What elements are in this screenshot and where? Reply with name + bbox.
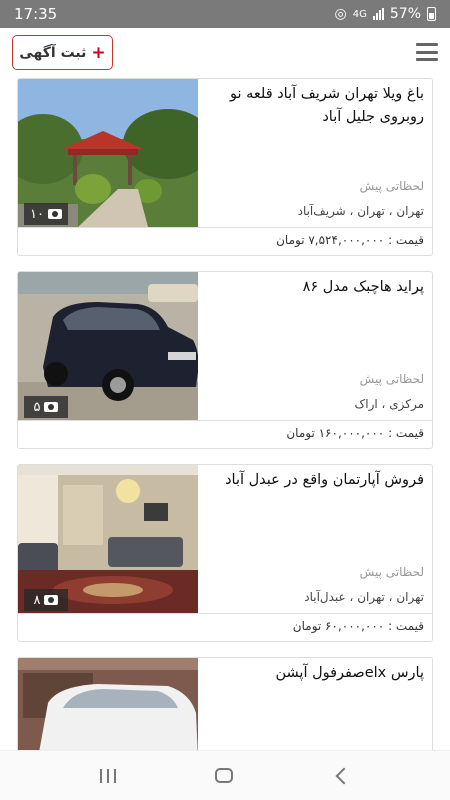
listing-price: قیمت : ۶۰,۰۰۰,۰۰۰ تومان <box>18 613 432 641</box>
listing-photo[interactable]: ۵ <box>18 272 198 420</box>
listing-info: پراید هاچبک مدل ۸۶ لحظاتی پیش مرکزی ، ار… <box>196 272 432 420</box>
listing-photo[interactable]: ۱۰ <box>18 79 198 227</box>
system-nav-bar <box>0 750 450 800</box>
status-bar: 17:35 ◎ 4G 57% <box>0 0 450 28</box>
listing-title: باغ ویلا تهران شریف آباد قلعه نو روبروی … <box>229 86 424 125</box>
listing-price: قیمت : ۷,۵۲۴,۰۰۰,۰۰۰ تومان <box>18 227 432 255</box>
signal-icon <box>372 8 384 20</box>
listing-card[interactable]: ۵ پراید هاچبک مدل ۸۶ لحظاتی پیش مرکزی ، … <box>17 271 433 449</box>
photo-count-badge: ۱۰ <box>24 203 68 225</box>
network-type: 4G <box>352 8 367 20</box>
post-ad-label: ثبت آگهی <box>19 44 87 61</box>
listing-card[interactable]: پارس elxصفرفول آپشن <box>17 657 433 757</box>
listing-photo[interactable] <box>18 658 198 757</box>
camera-icon <box>44 402 59 412</box>
battery-level: 57% <box>389 6 421 22</box>
listing-title: پارس elxصفرفول آپشن <box>275 665 424 681</box>
clock: 17:35 <box>14 5 58 23</box>
listing-location: تهران ، تهران ، شریف‌آباد <box>297 204 424 218</box>
battery-icon <box>427 7 436 21</box>
status-icons: ◎ 4G 57% <box>335 6 436 22</box>
back-icon[interactable] <box>335 767 353 784</box>
listing-info: باغ ویلا تهران شریف آباد قلعه نو روبروی … <box>196 79 432 227</box>
app-header: + ثبت آگهی <box>0 28 450 78</box>
photo-count-badge: ۵ <box>24 396 68 418</box>
listing-time: لحظاتی پیش <box>359 179 424 193</box>
home-icon[interactable] <box>214 768 233 783</box>
listing-photo[interactable]: ۸ <box>18 465 198 613</box>
listing-card[interactable]: ۸ فروش آپارتمان واقع در عبدل آباد لحظاتی… <box>17 464 433 642</box>
listing-time: لحظاتی پیش <box>359 372 424 386</box>
listing-info: فروش آپارتمان واقع در عبدل آباد لحظاتی پ… <box>196 465 432 613</box>
camera-icon <box>44 595 59 605</box>
listing-price: قیمت : ۱۶۰,۰۰۰,۰۰۰ تومان <box>18 420 432 448</box>
listing-info: پارس elxصفرفول آپشن <box>196 658 432 757</box>
listing-title: فروش آپارتمان واقع در عبدل آباد <box>225 472 424 488</box>
post-ad-button[interactable]: + ثبت آگهی <box>12 35 113 70</box>
plus-icon: + <box>91 42 106 63</box>
listing-title: پراید هاچبک مدل ۸۶ <box>302 279 424 295</box>
camera-icon <box>47 209 62 219</box>
hotspot-icon: ◎ <box>334 6 347 22</box>
listing-location: تهران ، تهران ، عبدل‌آباد <box>304 590 424 604</box>
recents-icon[interactable] <box>99 768 116 783</box>
photo-count-badge: ۸ <box>24 589 68 611</box>
listing-location: مرکزی ، اراک <box>354 397 424 411</box>
menu-icon[interactable] <box>416 43 438 61</box>
listing-card[interactable]: ۱۰ باغ ویلا تهران شریف آباد قلعه نو روبر… <box>17 78 433 256</box>
listing-time: لحظاتی پیش <box>359 565 424 579</box>
